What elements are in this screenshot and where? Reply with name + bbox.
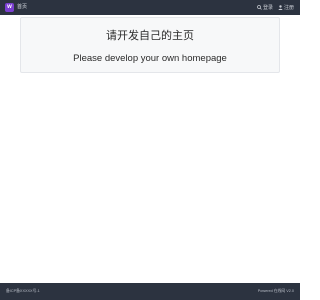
user-icon [278,5,283,10]
page-title: 请开发自己的主页 [106,29,194,42]
page-subtitle: Please develop your own homepage [73,53,227,64]
register-link[interactable]: 注册 [278,4,294,11]
nav-right-group: 登录 注册 [257,0,294,15]
footer-powered-text: Powered 在线网 V2.0 [257,289,294,293]
login-icon [257,5,262,10]
login-link[interactable]: 登录 [257,4,273,11]
top-navbar: w 首页 登录 注册 [0,0,300,15]
page: w 首页 登录 注册 请开发自己的主页 Please develop your … [0,0,300,300]
register-label: 注册 [283,5,294,11]
welcome-card: 请开发自己的主页 Please develop your own homepag… [20,17,280,73]
footer-icp-text[interactable]: 备ICP备XXXXX号-1 [6,283,40,300]
nav-home-link[interactable]: 首页 [17,0,27,15]
brand-logo-icon[interactable]: w [5,3,14,12]
login-label: 登录 [262,5,273,11]
footer: 备ICP备XXXXX号-1 Powered 在线网 V2.0 [0,283,300,300]
